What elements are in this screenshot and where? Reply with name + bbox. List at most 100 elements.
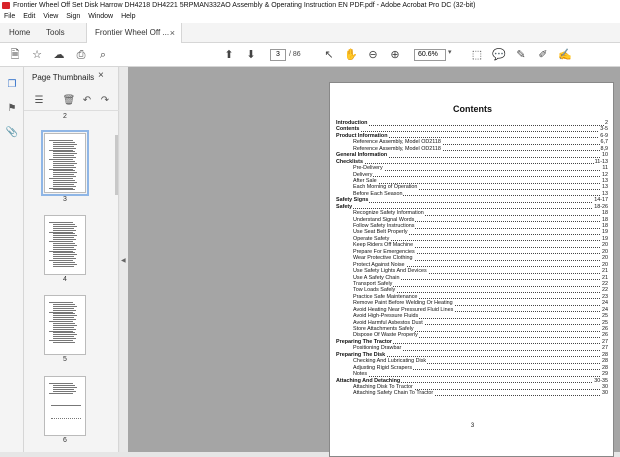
window-title-bar: Frontier Wheel Off Set Disk Harrow DH421… — [0, 0, 620, 11]
thumbnail-text-line — [53, 322, 75, 324]
toc-entry-title: General Information — [336, 152, 389, 159]
toc-leader-dots — [353, 169, 608, 171]
thumbnail-text-line — [53, 319, 76, 321]
thumbnail-text-line — [53, 390, 76, 392]
thumbnail-page-6[interactable] — [44, 376, 86, 436]
collapse-panel-handle[interactable]: ◀ — [120, 67, 128, 452]
fit-page-icon[interactable]: ⬚ — [470, 48, 484, 62]
toc-entry-title: Avoid Heating Near Pressured Fluid Lines — [353, 306, 455, 313]
tab-document[interactable]: Frontier Wheel Off ... × — [86, 23, 182, 43]
toc-entry-title: Wear Protective Clothing — [353, 255, 414, 262]
thumbnail-text-line — [53, 179, 75, 181]
page-footer-number: 3 — [470, 423, 475, 429]
toc-entry[interactable]: Attaching Safety Chain To Tractor 30 — [336, 390, 608, 397]
thumbnail-text-line — [49, 392, 73, 394]
collapse-arrow-icon: ◀ — [121, 258, 126, 264]
draw-icon[interactable]: ✐ — [536, 48, 550, 62]
thumbnail-text-line — [53, 242, 75, 244]
document-view[interactable]: Contents Introduction 2 Contents 3-5 Product… — [128, 67, 620, 457]
toc-entry-title: Preparing The Disk — [336, 351, 387, 358]
thumbnail-text-line — [53, 244, 77, 246]
page-number-input[interactable]: 3 — [270, 49, 286, 61]
highlight-pen-icon[interactable]: ✎ — [514, 48, 528, 62]
thumbnail-text-line — [53, 233, 75, 235]
rotate-right-icon[interactable]: ↷ — [98, 94, 112, 108]
tab-tools[interactable]: Tools — [46, 23, 65, 43]
previous-page-icon[interactable]: ⬆ — [222, 48, 236, 62]
menu-bar: File Edit View Sign Window Help — [0, 11, 620, 23]
thumbnail-text-line — [53, 338, 76, 340]
thumbnail-text-line — [53, 235, 77, 237]
comment-icon[interactable]: 💬 — [492, 48, 506, 62]
bookmarks-icon[interactable]: ⚑ — [5, 102, 19, 116]
zoom-in-icon[interactable]: ⊕ — [388, 48, 402, 62]
thumbnail-page-3[interactable] — [41, 130, 89, 196]
menu-view[interactable]: View — [43, 13, 58, 20]
thumbnail-text-line — [53, 229, 76, 231]
toc-entry-title: Keep Riders Off Machine — [353, 242, 415, 249]
thumbnail-text-line — [53, 225, 77, 227]
zoom-dropdown-icon[interactable]: ▾ — [448, 48, 452, 56]
acrobat-app-icon — [2, 2, 10, 9]
thumbnail-text-line — [53, 164, 74, 166]
thumbnail-text-line — [53, 246, 74, 248]
toc-entry-title: Protect Against Noise — [353, 261, 406, 268]
menu-file[interactable]: File — [4, 13, 15, 20]
search-icon[interactable]: ⌕ — [96, 48, 110, 62]
toc-entry-title: Attaching And Detaching — [336, 377, 402, 384]
thumbnail-text-line — [49, 302, 73, 303]
thumbnail-text-line — [49, 187, 73, 189]
thumbnail-page-4[interactable] — [44, 215, 86, 275]
thumbnail-page-5[interactable] — [44, 295, 86, 355]
print-icon[interactable]: ⎙ — [74, 48, 88, 62]
thumbnails-scrollbar[interactable] — [115, 135, 118, 195]
thumbnail-label: 4 — [63, 276, 67, 283]
thumbnail-text-line — [49, 340, 73, 341]
thumbnail-text-line — [49, 168, 73, 170]
thumbnail-text-line — [53, 334, 77, 336]
thumbnail-options-icon[interactable]: ☰ — [32, 94, 46, 108]
thumbnail-text-line — [53, 256, 74, 258]
thumbnail-text-line — [49, 178, 73, 179]
toc-entry-title: Adjusting Rigid Scrapers — [353, 364, 414, 371]
toc-entry-title: Preparing The Tractor — [336, 338, 394, 345]
thumbnail-text-line — [53, 183, 74, 185]
attachments-icon[interactable]: 📎 — [5, 126, 19, 140]
tab-document-label: Frontier Wheel Off ... — [95, 28, 170, 37]
thumbnail-label: 5 — [63, 356, 67, 363]
menu-help[interactable]: Help — [121, 13, 135, 20]
toc-entry-title: Tow Loads Safely — [353, 287, 397, 294]
upload-cloud-icon[interactable]: ☁ — [52, 48, 66, 62]
toc-entry-title: Use Safety Lights And Devices — [353, 268, 428, 275]
toc-entry-title: Delivery — [353, 171, 374, 178]
thumbnail-text-line — [53, 252, 75, 254]
page-thumbnails-icon[interactable]: ❐ — [5, 78, 19, 92]
menu-window[interactable]: Window — [88, 13, 113, 20]
toc-entry-title: Remove Paint Before Welding Or Heating — [353, 300, 454, 307]
toc-leader-dots — [353, 375, 608, 377]
thumbnail-text-line — [53, 328, 76, 330]
rotate-left-icon[interactable]: ↶ — [80, 94, 94, 108]
delete-page-icon[interactable]: 🗑 — [62, 94, 76, 108]
sign-icon[interactable]: ✍ — [558, 48, 572, 62]
hand-tool-icon[interactable]: ✋ — [344, 48, 358, 62]
thumbnail-text-line — [49, 330, 73, 332]
toc-entry-title: Safety Signs — [336, 197, 370, 204]
close-panel-icon[interactable]: × — [98, 70, 104, 81]
create-pdf-icon[interactable]: 🗎 — [8, 48, 22, 62]
menu-sign[interactable]: Sign — [66, 13, 80, 20]
toc-entry-title: Safety — [336, 203, 354, 210]
thumbnail-text-line — [53, 153, 77, 155]
close-tab-icon[interactable]: × — [170, 23, 175, 43]
tab-home[interactable]: Home — [9, 23, 30, 43]
zoom-level-input[interactable]: 60.6% — [414, 49, 446, 61]
thumbnail-label: 3 — [63, 196, 67, 203]
thumbnail-text-line — [53, 324, 77, 326]
thumbnail-text-line — [53, 141, 75, 143]
zoom-out-icon[interactable]: ⊖ — [366, 48, 380, 62]
next-page-icon[interactable]: ⬇ — [244, 48, 258, 62]
toc-entry-title: Prepare For Emergencies — [353, 248, 416, 255]
menu-edit[interactable]: Edit — [23, 13, 35, 20]
select-cursor-icon[interactable]: ↖ — [322, 48, 336, 62]
bookmark-star-icon[interactable]: ☆ — [30, 48, 44, 62]
